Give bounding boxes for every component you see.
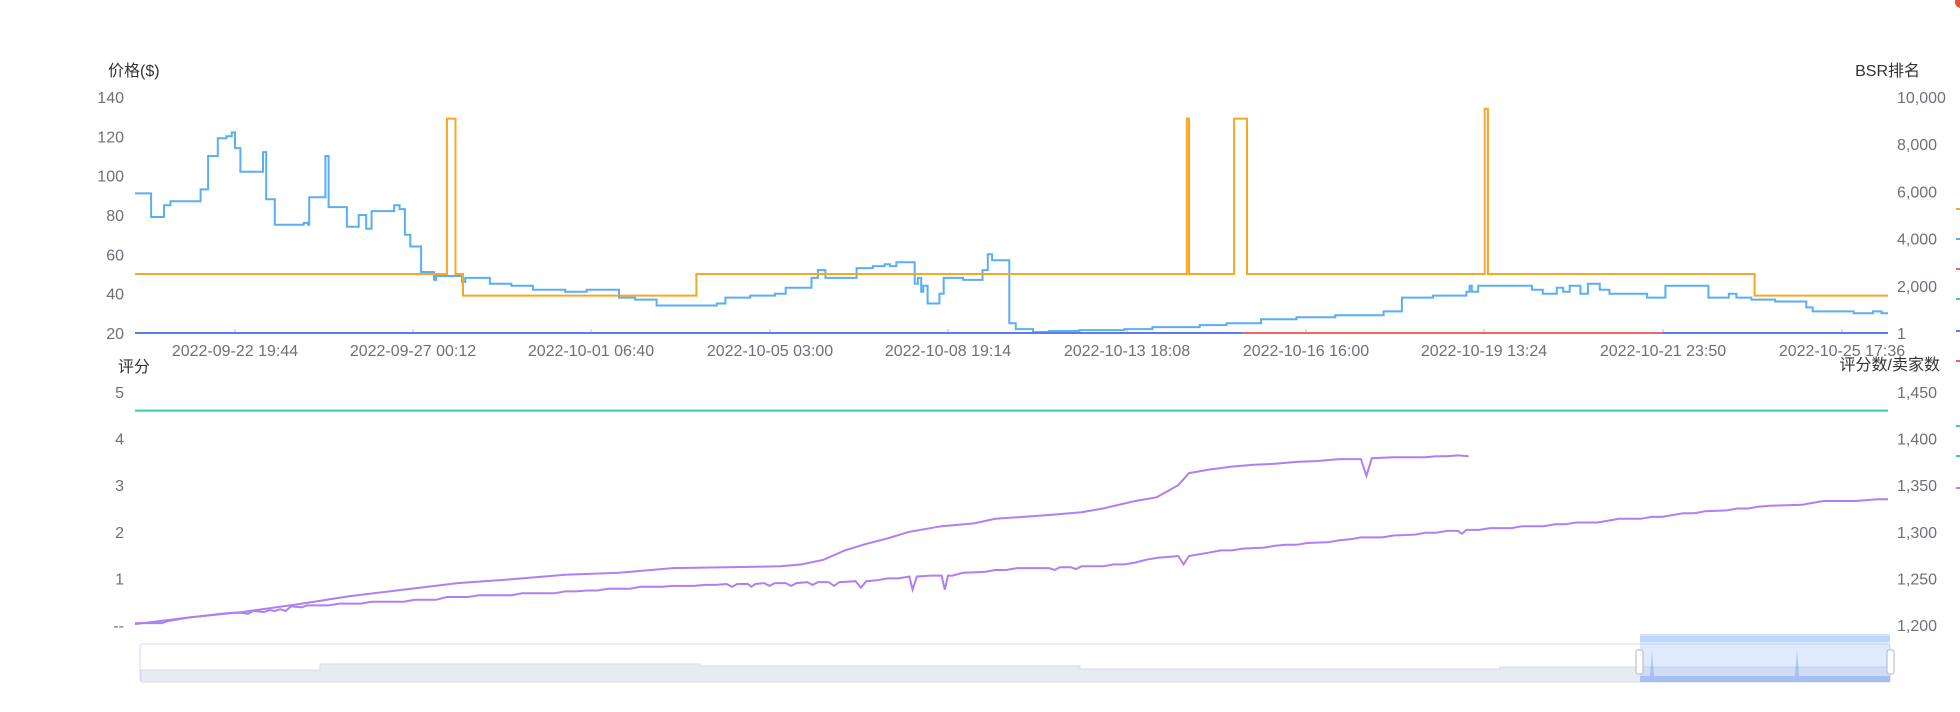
y-axis-title-right: 评分数/卖家数: [1840, 356, 1940, 374]
y-tick-label-left: 140: [97, 90, 124, 107]
legend-marker: [1956, 268, 1960, 270]
series-line-top-1: [135, 107, 1888, 297]
legend-marker: [1956, 425, 1960, 427]
legend-marker: [1956, 455, 1960, 457]
x-tick-label: 2022-10-19 13:24: [1421, 343, 1547, 360]
series-line-bottom-2: [134, 454, 1469, 626]
y-tick-label-left: 60: [106, 247, 124, 264]
x-tick-label: 2022-10-13 18:08: [1064, 343, 1190, 360]
series-line-top-0: [135, 131, 1888, 333]
legend-marker: [1956, 360, 1960, 362]
legend-marker: [1956, 208, 1960, 210]
y-tick-label-right: 1,200: [1897, 618, 1937, 635]
y-tick-label-right: 2,000: [1897, 279, 1937, 296]
legend-color-markers: [1955, 0, 1960, 489]
x-tick-label: 2022-10-08 19:14: [885, 343, 1011, 360]
y-axis-title-right: BSR排名: [1855, 62, 1920, 80]
y-tick-label-left: 4: [115, 432, 124, 449]
x-tick-label: 2022-09-22 19:44: [172, 343, 298, 360]
slider-preview-area: [140, 663, 1891, 683]
y-tick-label-left: 1: [115, 571, 124, 588]
y-axis-title-left: 价格($): [108, 62, 160, 80]
y-tick-label-right: 8,000: [1897, 137, 1937, 154]
corner-badge-icon: [1955, 0, 1960, 8]
x-tick-label: 2022-10-05 03:00: [707, 343, 833, 360]
y-tick-label-right: 1,300: [1897, 525, 1937, 542]
y-tick-label-left: 5: [115, 385, 124, 402]
rating-review-chart: -- 1 2 3 4 5 1,200 1,250 1,300 1,350 1,400 1,450 评分 评…: [113, 356, 1940, 635]
price-bsr-chart: 20 40 60 80 100 120 140 1 2,000 4,000 6,000 8,000 10…: [97, 62, 1946, 360]
slider-handle-left[interactable]: [1635, 649, 1644, 675]
y-tick-label-right: 1,250: [1897, 571, 1937, 588]
y-tick-label-left: 20: [106, 326, 124, 343]
y-tick-label-right: 10,000: [1897, 90, 1946, 107]
y-tick-label-right: 1,350: [1897, 478, 1937, 495]
x-tick-label: 2022-10-01 06:40: [528, 343, 654, 360]
y-tick-label-left: 80: [106, 208, 124, 225]
y-tick-label-left: 2: [115, 525, 124, 542]
y-tick-label-left: --: [113, 618, 124, 635]
y-tick-label-right: 1,400: [1897, 432, 1937, 449]
legend-marker: [1956, 330, 1960, 332]
y-tick-label-right: 4,000: [1897, 232, 1937, 249]
price-rank-rating-chart: 20 40 60 80 100 120 140 1 2,000 4,000 6,000 8,000 10…: [97, 0, 1960, 683]
y-tick-label-left: 120: [97, 129, 124, 146]
x-tick-label: 2022-10-16 16:00: [1243, 343, 1369, 360]
x-tick-label: 2022-10-21 23:50: [1600, 343, 1726, 360]
y-tick-label-right: 1: [1897, 326, 1906, 343]
y-tick-label-right: 1,450: [1897, 385, 1937, 402]
x-tick-label: 2022-09-27 00:12: [350, 343, 476, 360]
y-tick-label-left: 40: [106, 287, 124, 304]
slider-handle-right[interactable]: [1886, 649, 1895, 675]
slider-move-bar[interactable]: [1640, 634, 1890, 642]
legend-marker: [1956, 487, 1960, 489]
legend-marker: [1956, 298, 1960, 300]
data-zoom-slider[interactable]: [139, 634, 1895, 683]
y-tick-label-left: 100: [97, 169, 124, 186]
slider-selected-window[interactable]: [1640, 636, 1890, 682]
y-tick-label-right: 6,000: [1897, 184, 1937, 201]
y-axis-title-left: 评分: [118, 358, 150, 376]
y-tick-label-left: 3: [115, 478, 124, 495]
legend-marker: [1956, 238, 1960, 240]
